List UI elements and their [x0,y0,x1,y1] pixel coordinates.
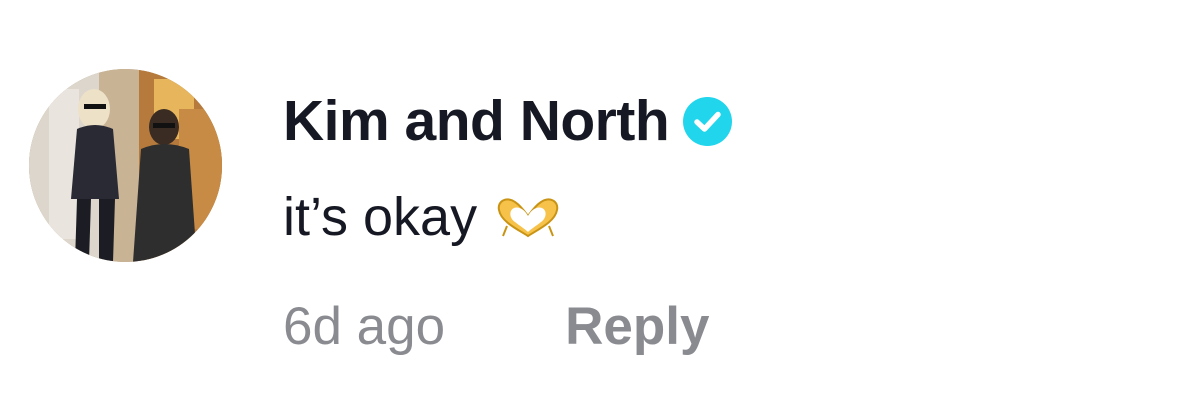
avatar-photo [29,69,222,262]
reply-button[interactable]: Reply [565,300,709,353]
comment-text: it’s okay [283,187,478,247]
verified-badge-icon [683,96,733,146]
avatar[interactable] [29,69,222,262]
heart-hands-icon [495,195,561,239]
comment-item: Kim and North it’s okay 6d ago Reply [0,0,1204,401]
username-row: Kim and North [283,86,733,156]
comment-meta: 6d ago Reply [283,300,709,353]
comment-text-row: it’s okay [283,190,561,244]
timestamp: 6d ago [283,297,446,356]
username[interactable]: Kim and North [283,92,670,150]
